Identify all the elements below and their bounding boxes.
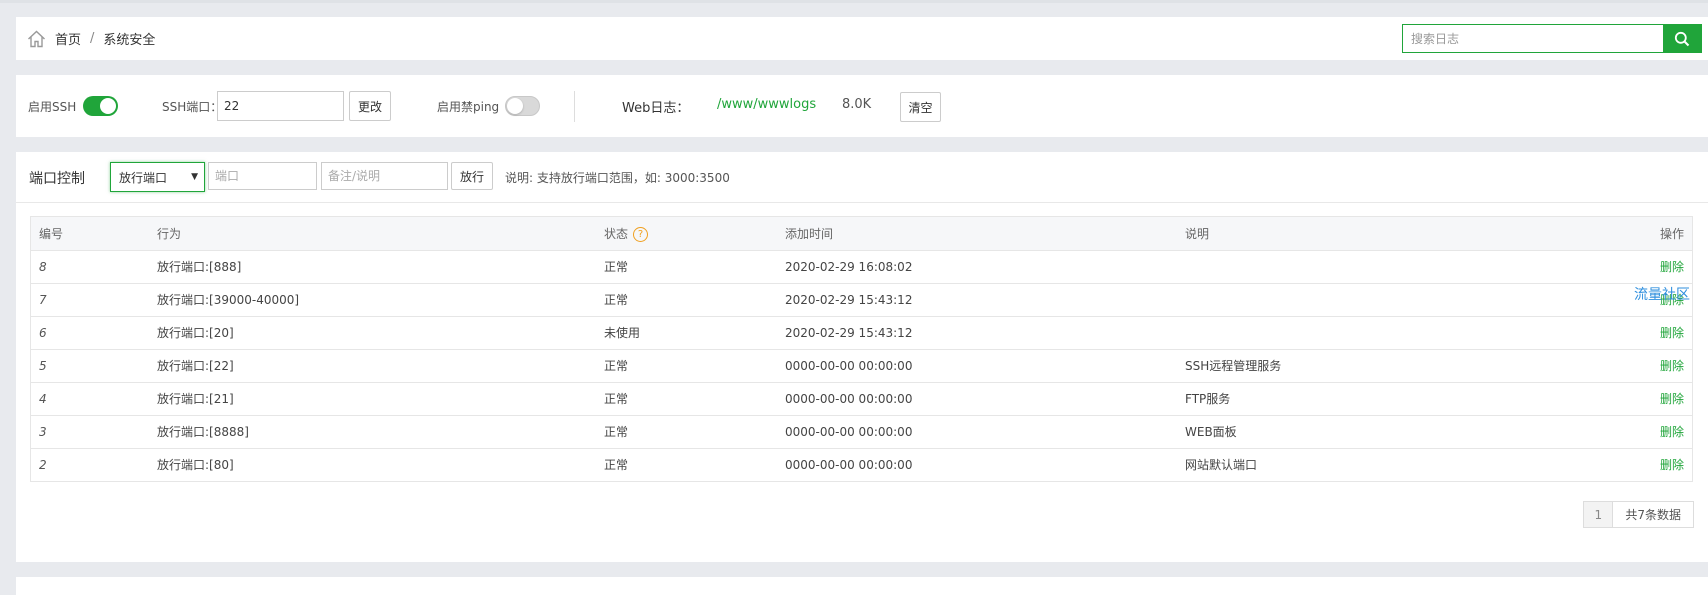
delete-button[interactable]: 删除: [1477, 448, 1692, 481]
port-table: 编号 行为 状态? 添加时间 说明 操作 8 放行端口:[888] 正常 202…: [30, 216, 1693, 482]
cell-desc: SSH远程管理服务: [1185, 359, 1282, 373]
header-op: 操作: [1659, 226, 1684, 241]
cell-status: 未使用: [604, 326, 641, 340]
cell-id: 8: [39, 259, 47, 274]
allow-port-button[interactable]: 放行: [451, 162, 493, 190]
cell-time: 0000-00-00 00:00:00: [785, 358, 913, 373]
caret-down-icon: ▼: [191, 172, 198, 182]
breadcrumb-separator: /: [90, 31, 95, 46]
delete-button[interactable]: 删除: [1477, 382, 1692, 415]
breadcrumb-home[interactable]: 首页: [55, 29, 81, 48]
ssh-toggle[interactable]: [83, 96, 118, 116]
search-icon: [1674, 31, 1690, 46]
table-row: 5 放行端口:[22] 正常 0000-00-00 00:00:00 SSH远程…: [31, 349, 1692, 382]
search-box: [1402, 24, 1702, 53]
port-hint: 说明: 支持放行端口范围，如: 3000:3500: [505, 171, 730, 185]
cell-status: 正常: [604, 260, 629, 274]
port-control-toolbar: 端口控制 放行端口 ▼ 放行 说明: 支持放行端口范围，如: 3000:3500: [16, 152, 1708, 203]
cell-status: 正常: [604, 359, 629, 373]
cell-time: 0000-00-00 00:00:00: [785, 391, 913, 406]
web-log-size: 8.0K: [842, 97, 872, 112]
cell-desc: [1177, 283, 1477, 316]
header-time: 添加时间: [785, 226, 834, 241]
pagination: 1 共7条数据: [1583, 501, 1694, 528]
cell-time: 0000-00-00 00:00:00: [785, 457, 913, 472]
cell-id: 5: [39, 358, 47, 373]
header-status-label: 状态: [604, 226, 629, 241]
port-control-panel: 端口控制 放行端口 ▼ 放行 说明: 支持放行端口范围，如: 3000:3500…: [16, 152, 1708, 562]
table-row: 8 放行端口:[888] 正常 2020-02-29 16:08:02 删除: [31, 250, 1692, 283]
page-header: 首页 / 系统安全: [16, 17, 1708, 60]
cell-status: 正常: [604, 458, 629, 473]
port-control-title: 端口控制: [29, 171, 85, 187]
ssh-port-label: SSH端口：: [162, 100, 223, 114]
delete-button[interactable]: 删除: [1477, 316, 1692, 349]
cell-status: 正常: [604, 392, 629, 406]
ping-label: 启用禁ping: [437, 100, 500, 114]
table-row: 2 放行端口:[80] 正常 0000-00-00 00:00:00 网站默认端…: [31, 448, 1692, 481]
cell-time: 2020-02-29 15:43:12: [785, 325, 913, 340]
cell-id: 3: [39, 424, 47, 439]
header-action: 行为: [157, 226, 182, 241]
ssh-port-input[interactable]: [217, 91, 344, 121]
cell-action: 放行端口:[22]: [157, 359, 234, 373]
home-icon[interactable]: [27, 29, 47, 49]
cell-status: 正常: [604, 293, 629, 307]
breadcrumb-current: 系统安全: [103, 33, 156, 48]
cell-desc: [1177, 250, 1477, 283]
ping-toggle[interactable]: [505, 96, 540, 116]
cell-time: 2020-02-29 15:43:12: [785, 292, 913, 307]
settings-bar: 启用SSH SSH端口： 更改 启用禁ping Web日志： /www/wwwl…: [16, 75, 1708, 137]
search-input[interactable]: [1403, 25, 1663, 52]
cell-action: 放行端口:[888]: [157, 260, 242, 274]
header-id: 编号: [39, 226, 64, 241]
cell-action: 放行端口:[80]: [157, 458, 234, 473]
cell-action: 放行端口:[39000-40000]: [157, 293, 300, 307]
cell-id: 4: [39, 391, 47, 406]
ssh-toggle-knob: [100, 98, 116, 114]
header-desc: 说明: [1185, 226, 1210, 241]
cell-action: 放行端口:[21]: [157, 392, 234, 406]
cell-desc: 网站默认端口: [1185, 458, 1258, 473]
ping-toggle-knob: [507, 98, 523, 114]
cell-id: 7: [39, 292, 47, 307]
top-strip: [0, 0, 1708, 3]
float-community-link[interactable]: 流量社区: [1634, 284, 1690, 304]
table-row: 6 放行端口:[20] 未使用 2020-02-29 15:43:12 删除: [31, 316, 1692, 349]
cell-desc: [1177, 316, 1477, 349]
page-number[interactable]: 1: [1584, 502, 1614, 527]
action-select-value: 放行端口: [119, 170, 168, 185]
cell-action: 放行端口:[8888]: [157, 425, 249, 439]
cell-id: 6: [39, 325, 47, 340]
cell-desc: FTP服务: [1185, 392, 1231, 406]
cell-time: 2020-02-29 16:08:02: [785, 259, 913, 274]
remark-input[interactable]: [321, 162, 448, 190]
table-row: 4 放行端口:[21] 正常 0000-00-00 00:00:00 FTP服务…: [31, 382, 1692, 415]
delete-button[interactable]: 删除: [1477, 250, 1692, 283]
change-port-button[interactable]: 更改: [349, 91, 391, 121]
cell-action: 放行端口:[20]: [157, 326, 234, 340]
web-log-label: Web日志：: [622, 101, 690, 116]
table-row: 3 放行端口:[8888] 正常 0000-00-00 00:00:00 WEB…: [31, 415, 1692, 448]
divider: [574, 91, 575, 122]
clear-log-button[interactable]: 清空: [900, 92, 941, 122]
cell-desc: WEB面板: [1185, 425, 1237, 439]
table-header-row: 编号 行为 状态? 添加时间 说明 操作: [31, 217, 1692, 250]
table-row: 7 放行端口:[39000-40000] 正常 2020-02-29 15:43…: [31, 283, 1692, 316]
help-icon[interactable]: ?: [633, 226, 649, 242]
total-count: 共7条数据: [1613, 502, 1693, 527]
delete-button[interactable]: 删除: [1477, 349, 1692, 382]
port-input[interactable]: [208, 162, 317, 190]
action-select[interactable]: 放行端口 ▼: [110, 162, 205, 192]
delete-button[interactable]: 删除: [1477, 415, 1692, 448]
web-log-path-link[interactable]: /www/wwwlogs: [717, 97, 816, 112]
header-status: 状态?: [596, 217, 777, 250]
cell-status: 正常: [604, 425, 629, 439]
cell-id: 2: [39, 457, 47, 472]
next-panel: [16, 577, 1708, 595]
search-button[interactable]: [1663, 25, 1701, 52]
ssh-label: 启用SSH: [28, 100, 77, 114]
cell-time: 0000-00-00 00:00:00: [785, 424, 913, 439]
